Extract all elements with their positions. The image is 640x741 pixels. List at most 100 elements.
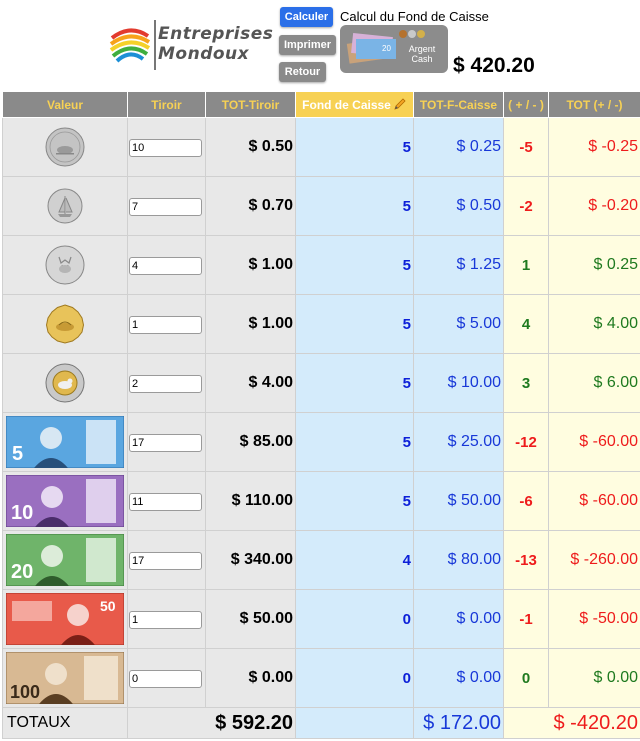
fond-caisse-cell[interactable]: 5: [295, 235, 414, 295]
tiroir-input[interactable]: [129, 374, 202, 393]
denomination-cell: [2, 176, 128, 236]
logo-line-2: Mondoux: [158, 44, 250, 64]
tot-f-caisse-cell: $ 1.25: [413, 235, 504, 295]
quarter-coin-icon: [45, 245, 85, 285]
table-row: $ 1.00 5 $ 5.00 4 $ 4.00: [2, 294, 640, 354]
tiroir-input[interactable]: [129, 492, 202, 511]
svg-text:20: 20: [382, 44, 391, 53]
tiroir-input[interactable]: [129, 256, 202, 275]
tot-tiroir-cell: $ 4.00: [205, 353, 296, 413]
tiroir-input[interactable]: [129, 315, 202, 334]
totals-tot-f-caisse: $ 172.00: [413, 707, 504, 739]
plus-minus-cell: 1: [503, 235, 549, 295]
col-tiroir: Tiroir: [127, 91, 206, 118]
tiroir-input[interactable]: [129, 669, 202, 688]
fond-caisse-cell[interactable]: 5: [295, 471, 414, 531]
20-dollar-bill-icon: 20: [6, 534, 124, 586]
plus-minus-cell: -12: [503, 412, 549, 472]
denomination-cell: [2, 353, 128, 413]
tiroir-input[interactable]: [129, 610, 202, 629]
col-valeur: Valeur: [2, 91, 128, 118]
tot-tiroir-cell: $ 85.00: [205, 412, 296, 472]
totals-tot-tiroir: $ 592.20: [127, 707, 296, 739]
fond-caisse-cell[interactable]: 0: [295, 589, 414, 649]
tot-f-caisse-cell: $ 5.00: [413, 294, 504, 354]
table-row: 5 $ 85.00 5 $ 25.00 -12 $ -60.00: [2, 412, 640, 472]
cash-table: Valeur Tiroir TOT-Tiroir Fond de Caisse …: [2, 91, 640, 739]
col-plus-minus: ( + / - ): [503, 91, 549, 118]
fond-caisse-cell[interactable]: 5: [295, 412, 414, 472]
cash-count-table: Valeur Tiroir TOT-Tiroir Fond de Caisse …: [2, 91, 640, 739]
denomination-cell: 100: [2, 648, 128, 708]
bill-20-label: 20: [11, 561, 33, 583]
print-button[interactable]: Imprimer: [279, 35, 336, 55]
cash-card-label-2: Cash: [411, 54, 433, 64]
tiroir-input[interactable]: [129, 433, 202, 452]
fond-caisse-cell[interactable]: 5: [295, 176, 414, 236]
tot-f-caisse-cell: $ 0.00: [413, 589, 504, 649]
company-logo: Entreprises Mondoux: [108, 20, 274, 70]
table-row: $ 0.70 5 $ 0.50 -2 $ -0.20: [2, 176, 640, 236]
fond-caisse-cell[interactable]: 5: [295, 117, 414, 177]
tot-f-caisse-cell: $ 80.00: [413, 530, 504, 590]
tot-plus-minus-cell: $ 4.00: [548, 294, 640, 354]
tiroir-cell: [127, 412, 206, 472]
table-header-row: Valeur Tiroir TOT-Tiroir Fond de Caisse …: [2, 91, 640, 118]
tot-f-caisse-cell: $ 0.00: [413, 648, 504, 708]
plus-minus-cell: -6: [503, 471, 549, 531]
tiroir-input[interactable]: [129, 197, 202, 216]
pencil-icon[interactable]: [393, 97, 407, 111]
plus-minus-cell: -2: [503, 176, 549, 236]
tiroir-cell: [127, 235, 206, 295]
tot-tiroir-cell: $ 1.00: [205, 294, 296, 354]
table-row: $ 0.50 5 $ 0.25 -5 $ -0.25: [2, 117, 640, 177]
rainbow-logo-icon: [109, 23, 151, 65]
tot-tiroir-cell: $ 0.50: [205, 117, 296, 177]
tiroir-cell: [127, 117, 206, 177]
tiroir-cell: [127, 471, 206, 531]
denomination-cell: [2, 294, 128, 354]
tot-f-caisse-cell: $ 0.25: [413, 117, 504, 177]
tiroir-input[interactable]: [129, 551, 202, 570]
tot-f-caisse-cell: $ 0.50: [413, 176, 504, 236]
50-dollar-bill-icon: 50: [6, 593, 124, 645]
tiroir-input[interactable]: [129, 138, 202, 157]
fond-caisse-cell[interactable]: 5: [295, 294, 414, 354]
logo-line-1: Entreprises: [158, 24, 274, 44]
denomination-cell: 10: [2, 471, 128, 531]
plus-minus-cell: -13: [503, 530, 549, 590]
tiroir-cell: [127, 294, 206, 354]
col-tot-plus-minus: TOT (+ / -): [548, 91, 640, 118]
back-button[interactable]: Retour: [279, 62, 326, 82]
tot-tiroir-cell: $ 110.00: [205, 471, 296, 531]
totals-row: TOTAUX $ 592.20 $ 172.00 $ -420.20: [2, 707, 640, 739]
10-dollar-bill-icon: 10: [6, 475, 124, 527]
100-dollar-bill-icon: 100: [6, 652, 124, 704]
denomination-cell: [2, 235, 128, 295]
cash-card[interactable]: 20 Argent Cash: [340, 25, 448, 73]
plus-minus-cell: -5: [503, 117, 549, 177]
dime-coin-icon: [47, 188, 83, 224]
bill-50-label: 50: [100, 598, 116, 614]
denomination-cell: 50: [2, 589, 128, 649]
logo-divider: [154, 20, 156, 70]
denomination-cell: [2, 117, 128, 177]
tot-plus-minus-cell: $ -60.00: [548, 412, 640, 472]
bill-100-label: 100: [10, 682, 40, 702]
denomination-cell: 5: [2, 412, 128, 472]
fond-caisse-cell[interactable]: 0: [295, 648, 414, 708]
tot-plus-minus-cell: $ -60.00: [548, 471, 640, 531]
tot-f-caisse-cell: $ 10.00: [413, 353, 504, 413]
fond-caisse-cell[interactable]: 4: [295, 530, 414, 590]
tot-plus-minus-cell: $ -0.25: [548, 117, 640, 177]
tot-tiroir-cell: $ 50.00: [205, 589, 296, 649]
calculate-button[interactable]: Calculer: [280, 7, 333, 27]
tot-tiroir-cell: $ 0.70: [205, 176, 296, 236]
tot-plus-minus-cell: $ 0.25: [548, 235, 640, 295]
plus-minus-cell: -1: [503, 589, 549, 649]
cash-card-label: Argent Cash: [400, 44, 444, 64]
logo-text: Entreprises Mondoux: [158, 24, 274, 68]
table-row: $ 4.00 5 $ 10.00 3 $ 6.00: [2, 353, 640, 413]
totals-fond-caisse-empty: [295, 707, 414, 739]
fond-caisse-cell[interactable]: 5: [295, 353, 414, 413]
